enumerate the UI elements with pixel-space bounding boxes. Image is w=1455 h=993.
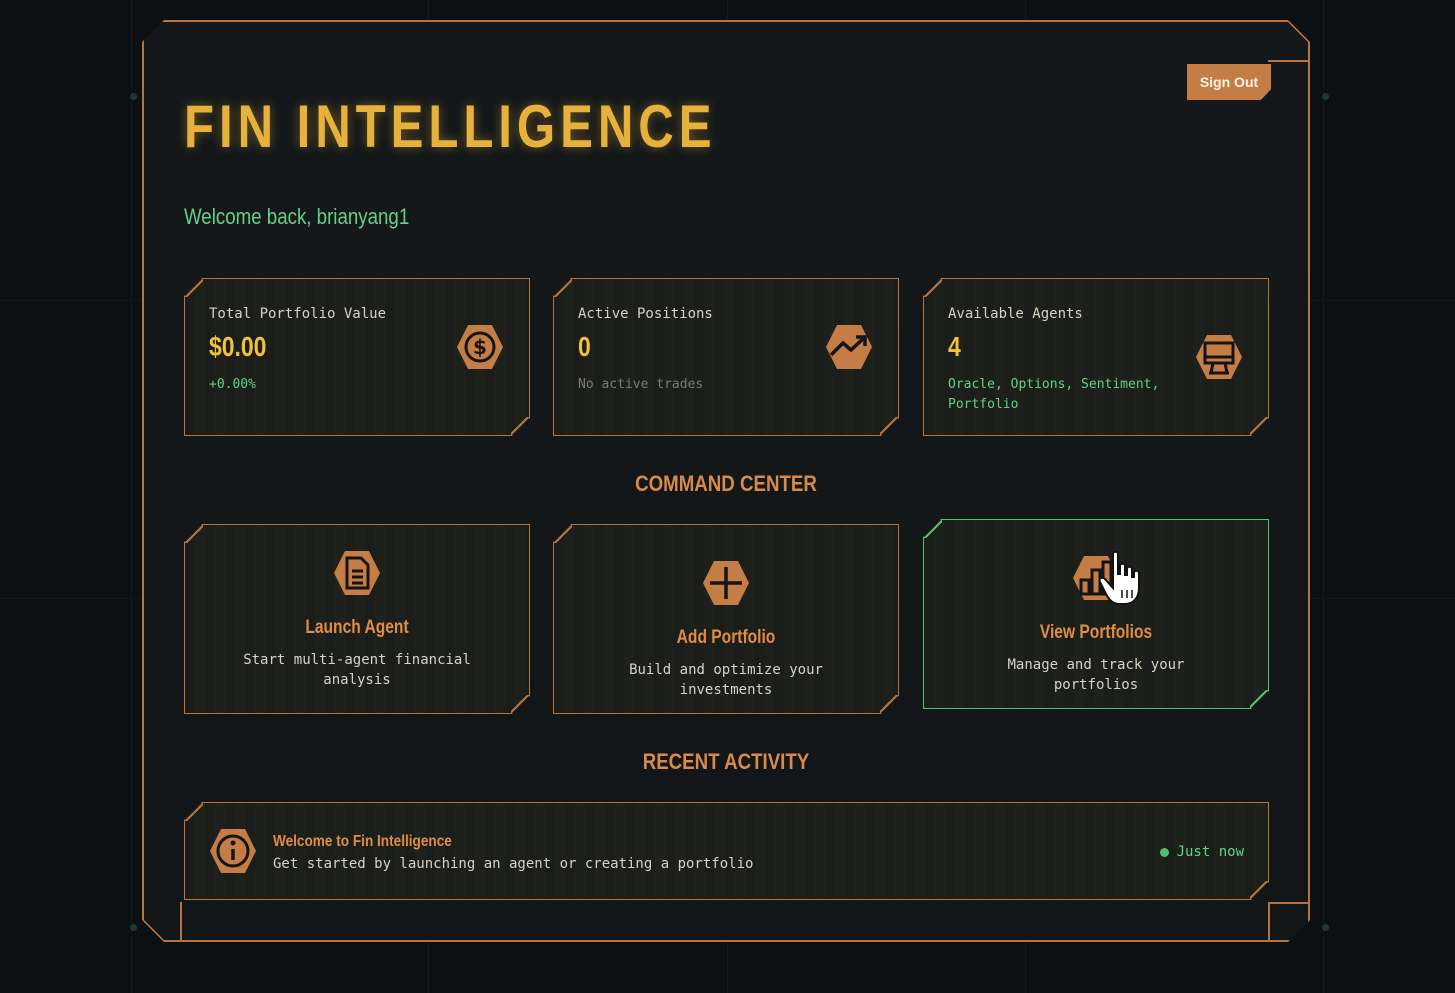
stat-value: 0 [578,331,591,362]
stat-card-active-positions: Active Positions 0 No active trades [553,278,899,436]
grid-dot [1322,924,1329,931]
stat-value: $0.00 [209,331,267,362]
frame-bracket [1268,60,1308,62]
add-portfolio-card[interactable]: Add Portfolio Build and optimize your in… [553,524,899,714]
stat-label: Total Portfolio Value [209,306,387,322]
monitor-icon [1195,333,1243,381]
main-panel: Sign Out FIN INTELLIGENCE Welcome back, … [142,20,1310,942]
action-title: Add Portfolio [676,627,776,648]
corner-accent [144,920,164,940]
grid-dot [130,93,137,100]
action-description: Build and optimize your investments [629,662,823,698]
stat-sub: No active trades [578,377,704,392]
status-dot [1160,848,1169,857]
corner-accent [1288,22,1308,42]
grid-dot [130,924,137,931]
frame-bracket [1268,902,1308,940]
plus-icon [702,559,750,607]
stat-label: Available Agents [948,306,1083,322]
activity-item: Welcome to Fin Intelligence Get started … [184,802,1269,900]
command-center-title: COMMAND CENTER [635,471,817,496]
agent-list: Oracle, Options, Sentiment, Portfolio [948,377,1160,412]
action-title: View Portfolios [1039,622,1153,643]
info-icon [209,827,257,875]
document-icon [333,549,381,597]
dollar-icon: $ [456,323,504,371]
hand-cursor-icon [1098,550,1140,605]
welcome-message: Welcome back, brianyang1 [184,204,410,229]
activity-title: Welcome to Fin Intelligence [273,833,452,850]
activity-timestamp: Just now [1160,844,1244,860]
activity-description: Get started by launching an agent or cre… [273,856,754,872]
svg-text:$: $ [473,335,487,359]
stat-card-available-agents: Available Agents 4 Oracle, Options, Sent… [923,278,1269,436]
grid-line [1323,0,1324,993]
stat-label: Active Positions [578,306,713,322]
page-title: FIN INTELLIGENCE [184,93,717,160]
sign-out-button[interactable]: Sign Out [1187,64,1271,100]
action-description: Manage and track your portfolios [1007,657,1185,693]
action-description: Start multi-agent financial analysis [243,652,471,688]
recent-activity-title: RECENT ACTIVITY [642,749,810,774]
grid-dot [1322,93,1329,100]
frame-bracket [180,902,182,940]
grid-line [131,0,132,993]
trending-up-icon [825,323,873,371]
stat-card-portfolio-value: Total Portfolio Value $0.00 +0.00% $ [184,278,530,436]
activity-time-label: Just now [1176,844,1244,860]
stat-change: +0.00% [209,377,256,392]
launch-agent-card[interactable]: Launch Agent Start multi-agent financial… [184,524,530,714]
stat-value: 4 [948,331,961,362]
action-title: Launch Agent [305,617,409,638]
